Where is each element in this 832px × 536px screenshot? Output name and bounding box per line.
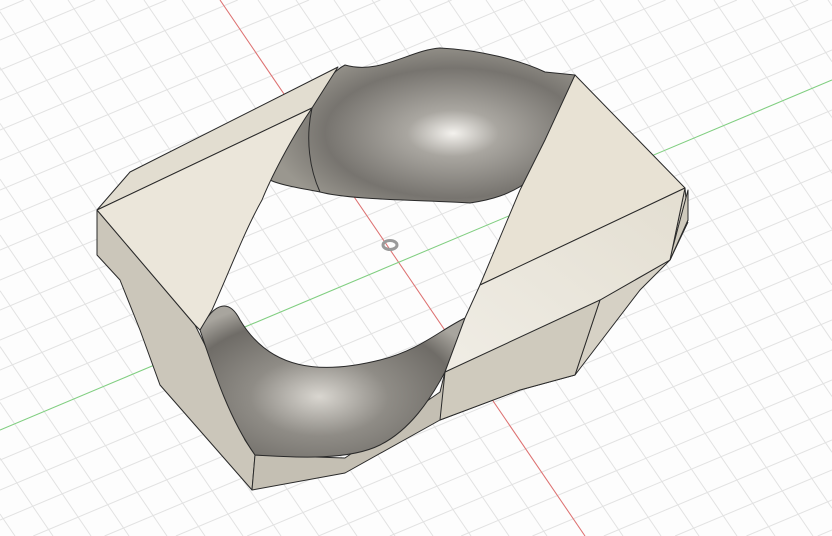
grid-line xyxy=(827,0,832,7)
grid-line xyxy=(817,529,832,536)
3d-viewport[interactable] xyxy=(0,0,832,536)
grid-line xyxy=(603,439,832,536)
grid-line xyxy=(675,0,832,230)
grid-line xyxy=(0,457,54,536)
viewport-canvas[interactable] xyxy=(0,0,832,536)
solid-body[interactable] xyxy=(96,47,689,491)
grid-line xyxy=(532,409,832,536)
grid-line xyxy=(0,0,96,41)
origin-marker[interactable] xyxy=(381,239,399,251)
grid-line xyxy=(0,0,167,71)
grid-line xyxy=(0,346,130,536)
grid-line xyxy=(751,0,832,118)
grid-line xyxy=(0,0,24,11)
grid-line xyxy=(0,402,92,536)
grid-line xyxy=(746,499,832,536)
